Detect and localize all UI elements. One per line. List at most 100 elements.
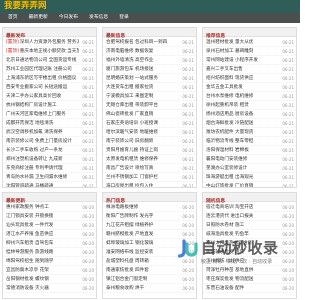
list-item-text[interactable]: 杭州钢结构厂房设计施工 — [6, 103, 57, 108]
list-item-link[interactable]: 东营石油设备 配件 — [206, 284, 279, 293]
list-item-text[interactable]: 襄阳电动门安装维修 — [206, 157, 247, 162]
list-item-link[interactable]: 洛阳保温材料 岩棉板 — [206, 146, 279, 155]
list-item-link[interactable]: 绵阳驾校招生 随到随学 — [6, 257, 79, 266]
list-item-text[interactable]: 金华五金工具批发 — [206, 85, 243, 90]
list-item-link[interactable]: 连云港货代 进出口报关 — [206, 212, 279, 221]
list-item-link[interactable]: 烟台海鲜批发 冷链配送 — [206, 119, 279, 128]
list-item-text[interactable]: 石家庄英语培训 小班授课 — [106, 121, 158, 126]
list-item-text[interactable]: 滨州棉纺 纱线供应 — [206, 259, 244, 264]
list-item-link[interactable]: 潍坊农机配件 大量现货 — [206, 128, 279, 137]
list-item-link[interactable]: 南京装修公司 免费上门量房设计 — [6, 137, 79, 146]
list-item-text[interactable]: 厦门旅游包车 机场接送 — [106, 67, 153, 72]
list-item-text[interactable]: 兰州不锈钢加工 门窗护栏 — [106, 175, 158, 180]
list-item-link[interactable]: 嘉兴二手叉车出售 — [206, 65, 279, 74]
list-item-text[interactable]: 长沙二手车收购 过户一条龙 — [6, 148, 63, 153]
list-item-text[interactable]: 南京装修公司 免费上门量房设计 — [6, 139, 72, 144]
list-item-link[interactable]: 江门锁具安装 开锁换锁 — [6, 212, 79, 221]
list-item-text[interactable]: 淮安网络布线 监控安装 — [106, 250, 153, 255]
list-item-text[interactable]: 德州太阳能热水器维修 — [206, 241, 252, 246]
list-item[interactable]: 常德消防设备 灭火器 06-20 — [3, 284, 96, 293]
list-item-link[interactable]: 天津二手办公家具高价回收 — [6, 92, 79, 101]
list-item-text[interactable]: 宿迁电商培训 淘宝开店 — [206, 205, 253, 210]
list-item-text[interactable]: 潍坊农机配件 大量现货 — [206, 130, 253, 135]
list-item-link[interactable]: 盐城塑料托盘 周转箱 — [106, 257, 179, 266]
list-item-link[interactable]: 金华五金工具批发 — [206, 83, 279, 92]
site-logo[interactable]: 我要弄弄网 — [4, 0, 47, 13]
list-item-link[interactable]: 济南电脑维修 数据恢复 — [106, 47, 179, 56]
list-item-text[interactable]: 洛阳保温材料 岩棉板 — [206, 148, 249, 153]
list-item-text[interactable]: 徐州起重机吊装 租赁 — [206, 103, 249, 108]
nav-login[interactable]: 登录 — [119, 13, 129, 23]
list-item-link[interactable]: 无锡仓库出租 带装卸平台 — [106, 101, 179, 110]
list-item-link[interactable]: 长沙二手车收购 过户一条龙 — [6, 146, 79, 155]
list-item-link[interactable]: 宁波模具加工 来图定制 — [106, 92, 179, 101]
list-item-text[interactable]: 威海渔具批发 钓鱼竿 — [206, 232, 249, 237]
list-item-text[interactable]: 株洲电路板维修 — [106, 205, 138, 210]
list-item-link[interactable]: [置顶]深圳人力资源外包服务 劳务派遣 欢迎来电 — [6, 38, 79, 47]
list-item-link[interactable]: 宜昌防腐木凉亭 花架 — [6, 266, 79, 275]
list-item-text[interactable]: 临沂物流专线 整车零担 — [206, 139, 253, 144]
list-item-text[interactable]: 珠海游艇出租 出海观光 — [206, 175, 253, 180]
list-item-text[interactable]: 柳州汽车租赁 自驾包车 — [6, 241, 53, 246]
list-item-link[interactable]: 广州天河区家电维修上门服务 — [6, 110, 79, 119]
list-item[interactable]: 海口房屋出租 拎包入住 06-21 — [103, 182, 196, 188]
list-item-link[interactable]: 北京日通达物流公司 全国货运专线 — [6, 56, 79, 65]
list-item-link[interactable]: 桂林导游服务 旅游线路 — [6, 248, 79, 257]
list-item-text[interactable]: 泉州石材加工 墓碑雕刻 — [206, 49, 253, 54]
list-item-text[interactable]: 济南电脑维修 数据恢复 — [106, 49, 153, 54]
list-item[interactable]: 中山灯饰批发 厂价直销 06-21 — [203, 182, 296, 188]
list-item-link[interactable]: 南昌广告设计 喷绘写真 — [106, 164, 179, 173]
list-item-text[interactable]: 东营石油设备 配件 — [206, 286, 244, 291]
list-item-text[interactable]: 太原发电机租赁 维修保养 — [106, 157, 158, 162]
list-item-link[interactable]: 惠州家政服务 钟点工 — [6, 203, 79, 212]
list-item-text[interactable]: 西安专业搬家公司 长短途搬运 — [6, 85, 67, 90]
list-item-text[interactable]: 烟台海鲜批发 冷链配送 — [206, 121, 253, 126]
list-item-link[interactable]: 滨州棉纺 纱线供应 — [206, 257, 279, 266]
list-item-link[interactable]: 福州外墙清洗 高空作业 — [106, 56, 179, 65]
nav-post-info[interactable]: 发布信息 — [89, 13, 108, 23]
list-item-text[interactable]: 无锡仓库出租 带装卸平台 — [106, 103, 158, 108]
list-item-link[interactable]: 日照防水卷材 施工 — [206, 221, 279, 230]
list-item-link[interactable]: 贵阳月嫂育儿嫂 持证上岗 — [106, 146, 179, 155]
list-item-text[interactable]: 枣庄煤炭批发 物流配送 — [206, 277, 253, 282]
list-item-text[interactable]: 台州水泵维修 电机维修 — [206, 94, 253, 99]
list-item-link[interactable]: 大连货车出租 搬家拉货 — [106, 83, 179, 92]
list-item-link[interactable]: 沈阳管道疏通 马桶疏通 — [6, 182, 79, 188]
list-item-link[interactable]: 中山灯饰批发 厂价直销 — [206, 182, 279, 188]
list-item-link[interactable]: 菏泽牡丹种苗 基地直供 — [206, 266, 279, 275]
list-item-link[interactable]: 上海浦东新区写字楼出租 价格面议 — [6, 74, 79, 83]
list-item-link[interactable]: [置顶]重庆本地正规小额贷款 当天放款 — [6, 47, 79, 56]
list-item-text[interactable]: 常州网站建设 小程序开发 — [206, 58, 258, 63]
list-item-link[interactable]: 衡阳广告牌制作 发光字 — [106, 212, 179, 221]
list-item-text[interactable]: 上海浦东新区写字楼出租 价格面议 — [6, 76, 76, 81]
list-item-text[interactable]: 芜湖办公室装修设计 — [206, 166, 247, 171]
list-item-text[interactable]: 哈尔滨暖气安装 地暖维修 — [106, 130, 158, 135]
list-item[interactable]: 东营石油设备 配件 06-20 — [203, 284, 296, 293]
list-item-link[interactable]: 佛山瓷砖批发 厂家直销 — [106, 110, 179, 119]
list-item-link[interactable]: 昆明婚庆策划 一站式服务 — [106, 74, 179, 83]
list-item-text[interactable]: 宜昌防腐木凉亭 花架 — [6, 268, 49, 273]
list-item-link[interactable]: 合肥驾校报名 包过科目一到四 — [106, 38, 179, 47]
list-item-text[interactable]: 绍兴纺织面料 现货供应 — [206, 76, 253, 81]
list-item-link[interactable]: 南宁装饰公司 旧房翻新 — [106, 137, 179, 146]
list-item-link[interactable]: 温州鞋材批发 量大从优 — [206, 38, 279, 47]
list-item-link[interactable]: 柳州汽车租赁 自驾包车 — [6, 239, 79, 248]
list-item-text[interactable]: 大连货车出租 搬家拉货 — [106, 85, 153, 90]
list-item-link[interactable]: 德州太阳能热水器维修 — [206, 239, 279, 248]
list-item-link[interactable]: 珠海游艇出租 出海观光 — [206, 173, 279, 182]
list-item-link[interactable]: 湛江水产养殖 鱼苗供应 — [6, 230, 79, 239]
list-item-text[interactable]: 蚌埠玻璃加工 钢化玻璃 — [106, 241, 153, 246]
list-item-text[interactable]: 南通家纺批发 四件套 — [106, 268, 149, 273]
list-item-text[interactable]: 宁波模具加工 来图定制 — [106, 94, 153, 99]
list-item-link[interactable]: 成都开荒保洁 地毯清洗 — [6, 119, 79, 128]
list-item-text[interactable]: 南宁装饰公司 旧房翻新 — [106, 139, 153, 144]
list-item-text[interactable]: 重庆本地正规小额贷款 当天放款 — [20, 49, 80, 54]
list-item-text[interactable]: 南昌广告设计 喷绘写真 — [106, 166, 153, 171]
list-item-link[interactable]: 枣庄煤炭批发 物流配送 — [206, 275, 279, 284]
list-item-link[interactable]: 南通家纺批发 四件套 — [106, 266, 179, 275]
list-item-text[interactable]: 福州外墙清洗 高空作业 — [106, 58, 153, 63]
list-item-link[interactable]: 汕头玩具批发 一件代发 — [6, 221, 79, 230]
list-item[interactable]: 沈阳管道疏通 马桶疏通 06-21 — [3, 182, 96, 188]
nav-today[interactable]: 今日发布 — [59, 13, 78, 23]
nav-home[interactable]: 首页 — [8, 13, 18, 23]
